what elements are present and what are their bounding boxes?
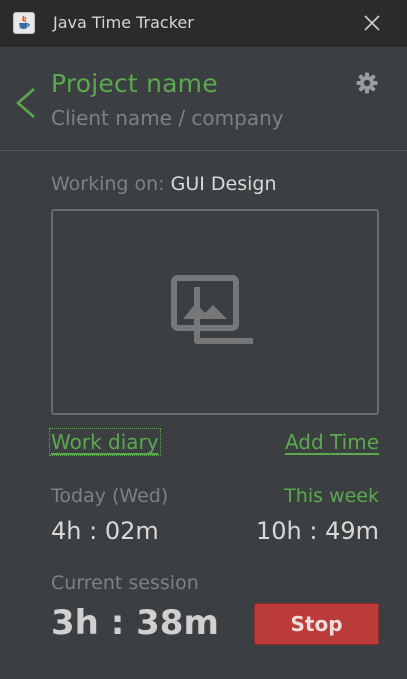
gear-icon [356,72,378,94]
project-name: Project name [51,69,218,98]
today-label: Today (Wed) [51,485,169,507]
add-time-link[interactable]: Add Time [285,430,379,454]
app-window: Java Time Tracker Project name Client na… [0,0,407,679]
project-header: Project name Client name / company [0,47,407,151]
screenshot-preview[interactable] [51,209,379,415]
week-total: 10h : 49m [255,517,379,545]
chevron-left-icon [16,88,35,118]
client-name: Client name / company [51,106,284,130]
java-cup-icon [13,12,35,34]
image-gallery-icon [171,275,253,344]
stop-button[interactable]: Stop [254,603,379,645]
close-icon [364,15,380,31]
settings-button[interactable] [355,71,379,95]
close-button[interactable] [360,11,384,35]
working-on-line: Working on: GUI Design [51,173,277,195]
current-session-time: 3h : 38m [51,603,219,643]
today-total: 4h : 02m [51,517,159,545]
current-task: GUI Design [170,173,277,195]
title-bar: Java Time Tracker [0,0,407,47]
back-button[interactable] [12,83,40,123]
current-session-label: Current session [51,572,199,594]
working-on-label: Working on: [51,173,165,195]
this-week-label[interactable]: This week [284,485,379,507]
window-title: Java Time Tracker [53,13,194,32]
work-diary-link[interactable]: Work diary [49,428,161,456]
